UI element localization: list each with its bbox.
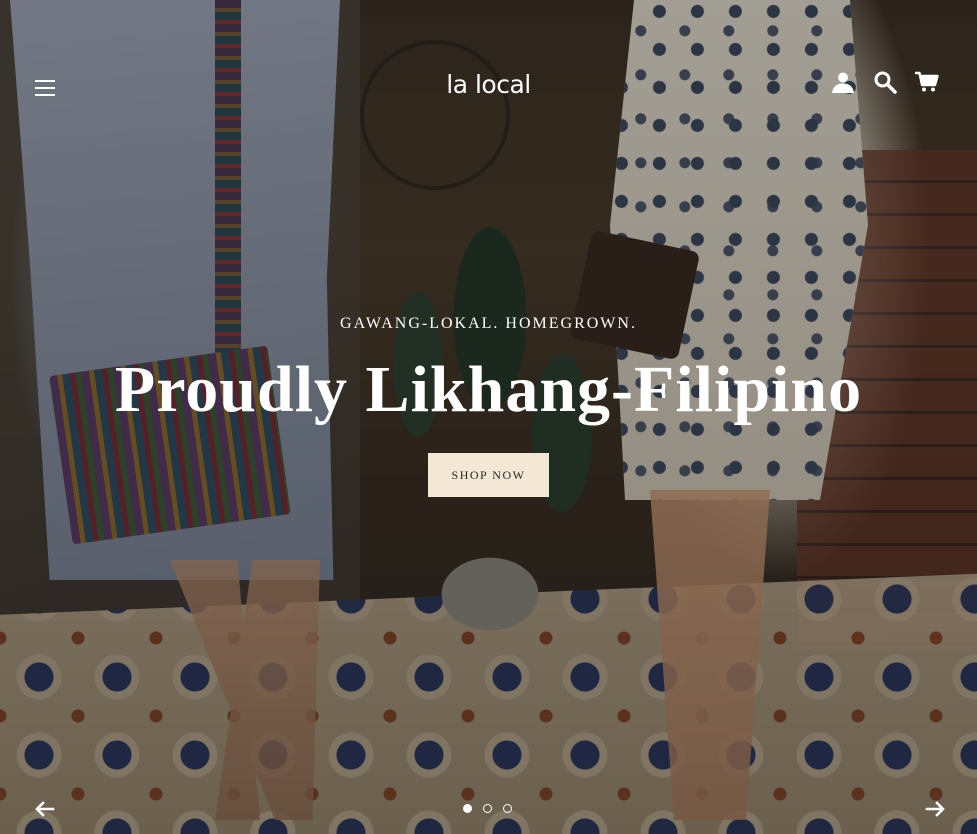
account-icon[interactable]	[831, 70, 855, 94]
slide-dot-2[interactable]	[483, 804, 492, 813]
arrow-left-icon[interactable]	[33, 798, 55, 820]
search-icon[interactable]	[873, 70, 897, 94]
hero-headline: Proudly Likhang-Filipino	[114, 353, 863, 426]
hero-slideshow: la local GAWANG-LOKAL. HOMEGROWN. Proudl…	[0, 0, 977, 834]
hero-eyebrow: GAWANG-LOKAL. HOMEGROWN.	[340, 315, 637, 332]
arrow-right-icon[interactable]	[925, 798, 947, 820]
slide-dot-3[interactable]	[503, 804, 512, 813]
shop-now-button[interactable]: SHOP NOW	[428, 453, 549, 497]
header-actions	[831, 70, 939, 94]
slide-dot-1[interactable]	[463, 804, 472, 813]
cart-icon[interactable]	[915, 70, 939, 94]
slide-pagination	[463, 804, 512, 813]
